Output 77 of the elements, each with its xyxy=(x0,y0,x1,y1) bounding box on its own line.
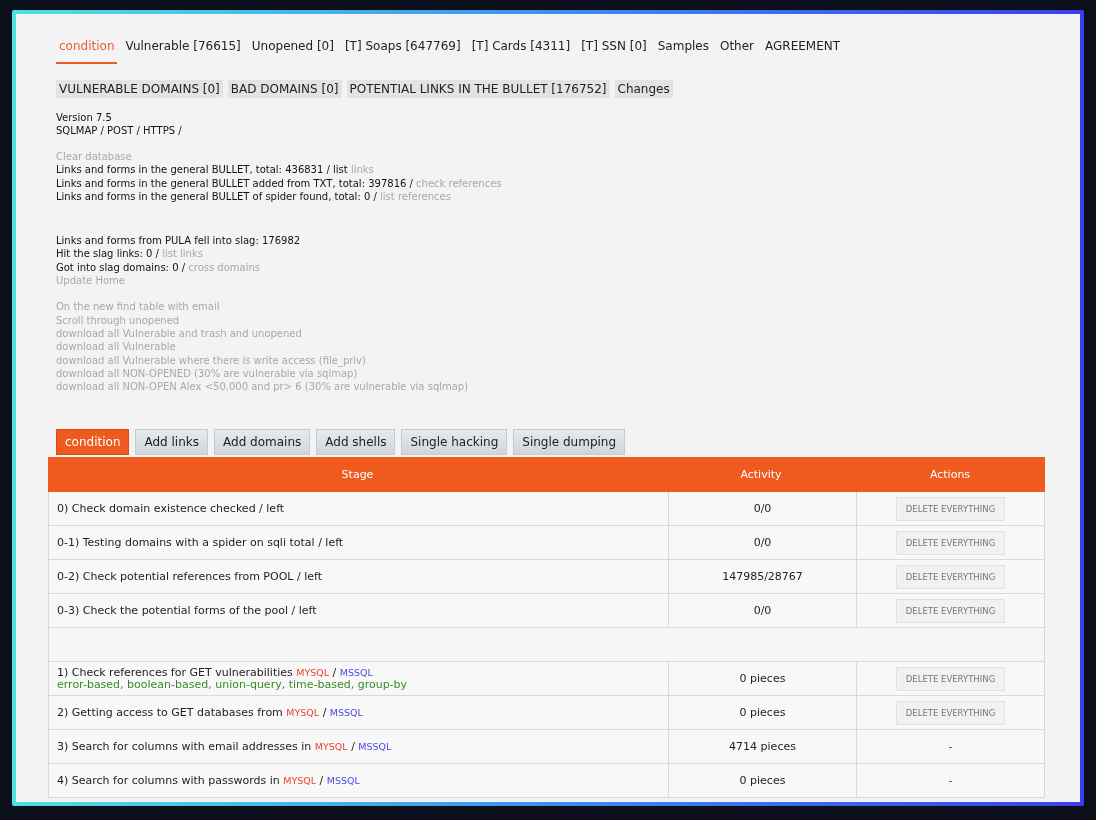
stage-text: 0-2) Check potential references from POOL / left xyxy=(57,570,322,583)
activity-value: 0/0 xyxy=(753,536,772,550)
column-header: Stage xyxy=(340,468,375,482)
panel-tab[interactable]: Add shells xyxy=(316,429,396,456)
technique-note: error-based, boolean-based, union-query, time-based, group-by xyxy=(57,679,408,691)
activity-value: 0 pieces xyxy=(739,672,786,686)
text-link[interactable]: links xyxy=(350,164,374,176)
panel-tab[interactable]: condition xyxy=(56,429,130,456)
text-link[interactable]: download all Vulnerable xyxy=(56,340,176,354)
text-link[interactable]: Clear database xyxy=(56,150,132,164)
column-header: Activity xyxy=(739,468,783,482)
stat-line: Links and forms in the general BULLET of spider found, total: 0 / list references xyxy=(56,189,452,204)
nav-tab[interactable]: [T] Soaps [647769] xyxy=(341,36,464,64)
text-link[interactable]: list links xyxy=(162,248,203,260)
action-text: - xyxy=(948,740,953,754)
stat-line: Got into slag domains: 0 / cross domains xyxy=(56,260,262,275)
activity-value: 0/0 xyxy=(753,604,772,618)
nav-tab[interactable]: Changes xyxy=(614,80,673,98)
activity-value: 4714 pieces xyxy=(729,740,796,754)
text-link[interactable]: list references xyxy=(380,190,451,202)
mode-text: SQLMAP / POST / HTTPS / xyxy=(56,124,183,137)
activity-value: 0 pieces xyxy=(739,774,786,788)
stat-line: Links and forms in the general BULLET, total: 436831 / list links xyxy=(56,163,375,177)
text-link[interactable]: download all Vulnerable where there is write access (file_priv) xyxy=(56,353,366,367)
text-link[interactable]: download all Vulnerable and trash and unopened xyxy=(56,326,302,341)
delete-button[interactable]: DELETE EVERYTHING xyxy=(895,598,1006,623)
nav-tab[interactable]: Vulnerable [76615] xyxy=(122,36,244,64)
nav-tab[interactable]: AGREEMENT xyxy=(762,36,844,64)
delete-button[interactable]: DELETE EVERYTHING xyxy=(895,496,1006,521)
nav-tab[interactable]: Samples xyxy=(654,36,712,64)
text-link[interactable]: download all NON-OPENED (30% are vulnerable via sqlmap) xyxy=(56,366,358,381)
database-link[interactable]: MSSQL xyxy=(326,774,360,786)
nav-tab[interactable]: Other xyxy=(716,36,758,64)
database-link[interactable]: MYSQL xyxy=(283,774,317,786)
stat-line: Links and forms from PULA fell into slag: 176982 xyxy=(56,234,302,248)
stat-line: Hit the slag links: 0 / list links xyxy=(56,247,204,261)
stat-line: Links and forms in the general BULLET added from TXT, total: 397816 / check references xyxy=(56,176,503,190)
text-link[interactable]: download all NON-OPEN Alex <50,000 and pr> 6 (30% are vulnerable via sqlmap) xyxy=(56,380,469,394)
panel-tab[interactable]: Single dumping xyxy=(513,429,626,456)
nav-tab[interactable]: Unopened [0] xyxy=(248,36,337,64)
delete-button[interactable]: DELETE EVERYTHING xyxy=(895,700,1006,725)
activity-value: 0 pieces xyxy=(739,706,786,720)
text-link[interactable]: On the new find table with email xyxy=(56,300,220,314)
panel-tab[interactable]: Add domains xyxy=(214,429,311,456)
nav-tab[interactable]: [T] Cards [4311] xyxy=(468,36,574,64)
delete-button[interactable]: DELETE EVERYTHING xyxy=(895,530,1006,555)
nav-tab[interactable]: BAD DOMAINS [0] xyxy=(227,80,342,98)
text-link[interactable]: check references xyxy=(416,177,502,189)
stage-text: 4) Search for columns with passwords in MYSQL / MSSQL xyxy=(57,774,360,787)
stage-text: 2) Getting access to GET databases from MYSQL / MSSQL xyxy=(57,706,363,719)
delete-button[interactable]: DELETE EVERYTHING xyxy=(895,666,1006,691)
text-link[interactable]: Scroll through unopened xyxy=(56,313,180,327)
panel-tab[interactable]: Add links xyxy=(135,429,208,456)
database-link[interactable]: MYSQL xyxy=(314,740,348,752)
nav-tab[interactable]: VULNERABLE DOMAINS [0] xyxy=(56,80,223,98)
database-link[interactable]: MSSQL xyxy=(339,667,373,679)
text-link[interactable]: Update Home xyxy=(56,274,125,288)
stage-text: 0-1) Testing domains with a spider on sqli total / left xyxy=(57,536,344,549)
action-text: - xyxy=(948,774,953,788)
database-link[interactable]: MYSQL xyxy=(296,667,330,679)
stage-text: 0) Check domain existence checked / left xyxy=(57,502,285,515)
stage-text: 0-3) Check the potential forms of the pool / left xyxy=(57,604,317,617)
activity-value: 0/0 xyxy=(753,502,772,516)
stage-text: 1) Check references for GET vulnerabilities MYSQL / MSSQL xyxy=(57,667,374,680)
database-link[interactable]: MSSQL xyxy=(358,740,392,752)
delete-button[interactable]: DELETE EVERYTHING xyxy=(895,564,1006,589)
panel-tab[interactable]: Single hacking xyxy=(401,429,508,456)
column-header: Actions xyxy=(928,468,972,482)
nav-tab[interactable]: [T] SSN [0] xyxy=(578,36,650,64)
text-link[interactable]: cross domains xyxy=(188,261,261,273)
stage-text: 3) Search for columns with email addresses in MYSQL / MSSQL xyxy=(57,740,392,753)
version-text: Version 7.5 xyxy=(56,111,113,124)
database-link[interactable]: MSSQL xyxy=(329,706,363,718)
activity-value: 147985/28767 xyxy=(722,570,803,584)
nav-tab[interactable]: POTENTIAL LINKS IN THE BULLET [176752] xyxy=(346,80,610,98)
nav-tab[interactable]: condition xyxy=(56,36,118,64)
database-link[interactable]: MYSQL xyxy=(286,706,320,718)
